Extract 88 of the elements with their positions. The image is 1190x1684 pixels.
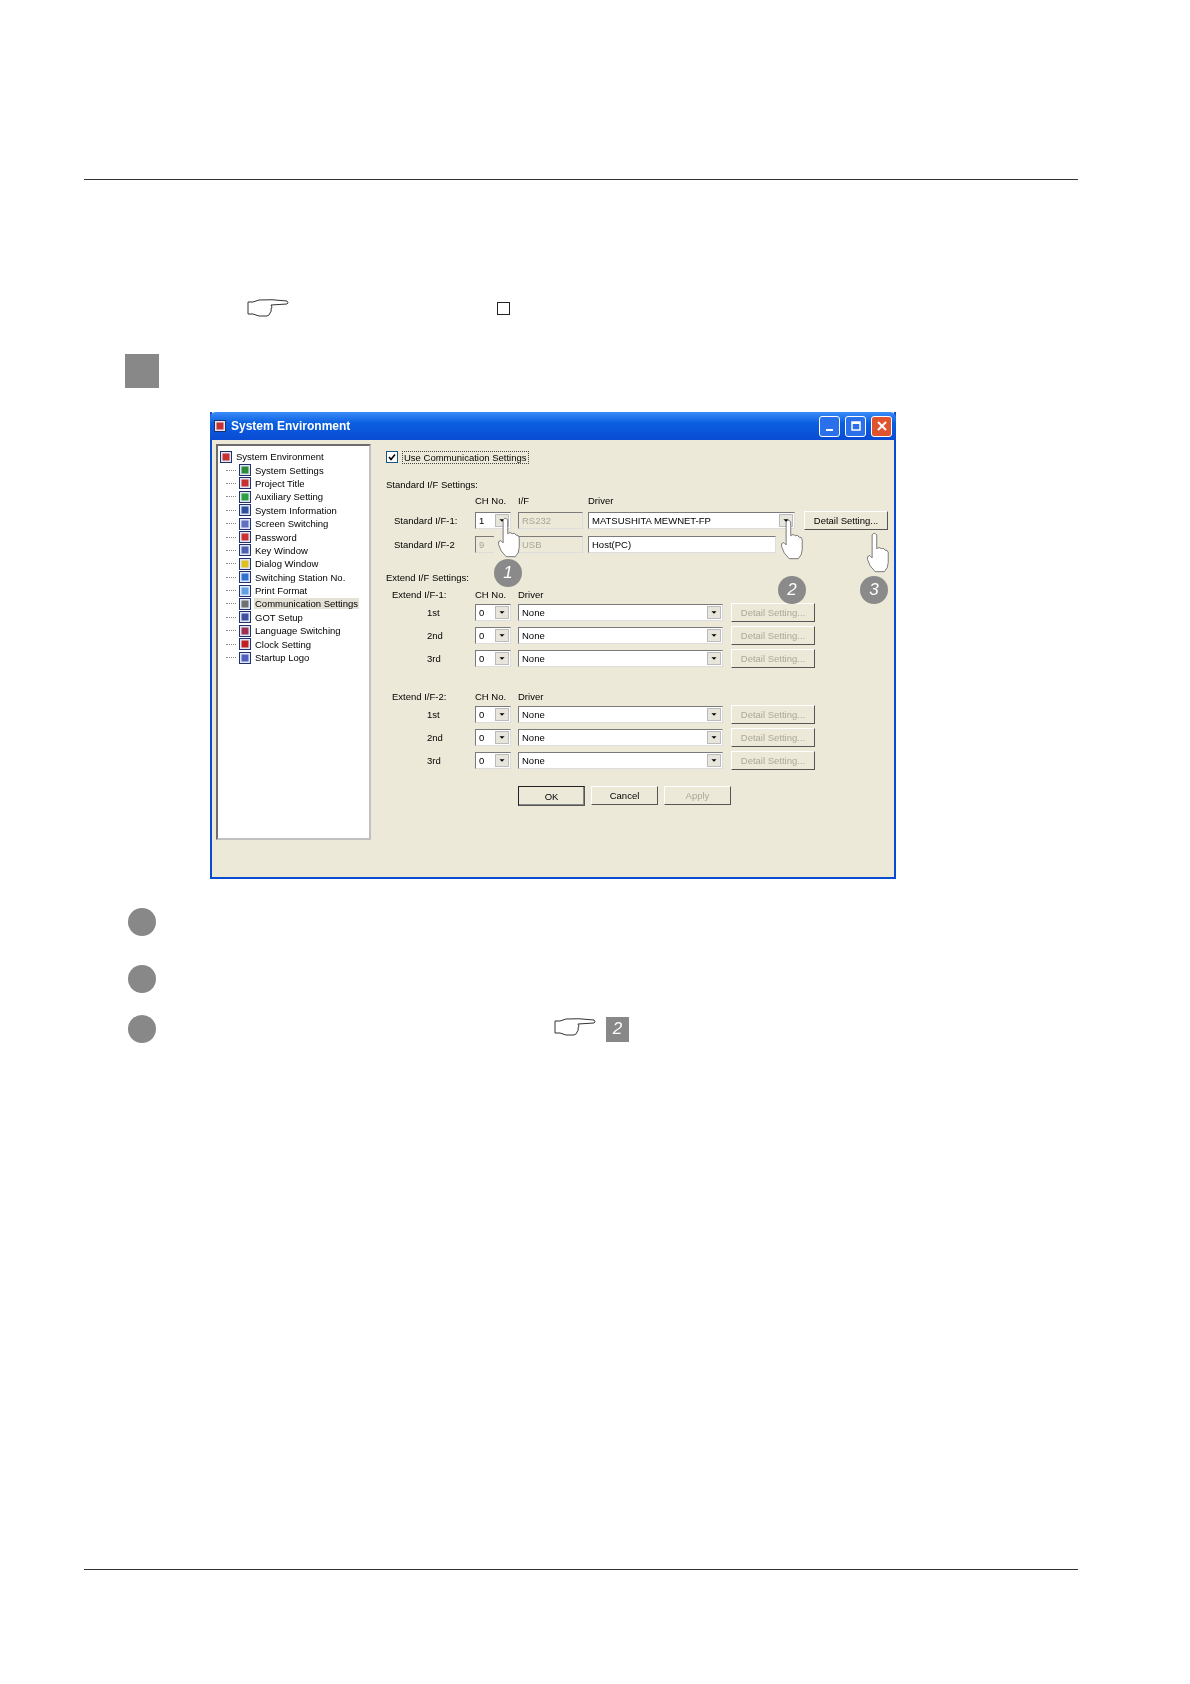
column-header: Driver (518, 588, 544, 600)
bullet-marker (128, 965, 156, 993)
maximize-icon (850, 421, 861, 431)
pointing-hand-icon (247, 298, 289, 318)
checkbox-label[interactable]: Use Communication Settings (402, 450, 529, 464)
row-label: 2nd (426, 630, 443, 641)
caret-icon (495, 652, 509, 665)
pointing-hand-icon (866, 531, 889, 574)
reference-number: 2 (606, 1016, 629, 1042)
caret-icon (495, 629, 509, 642)
tree-item[interactable]: GOT Setup (254, 611, 304, 623)
caret-icon (495, 754, 509, 767)
tree-item[interactable]: Language Switching (254, 625, 342, 637)
column-header: CH No. (475, 494, 507, 506)
detail-setting-button[interactable]: Detail Setting... (804, 511, 888, 530)
row-label: 2nd (426, 732, 443, 743)
minimize-button[interactable] (819, 415, 840, 437)
caret-icon (707, 629, 721, 642)
window-icon (239, 598, 251, 610)
close-icon (876, 421, 887, 431)
row-label: 1st (426, 607, 440, 618)
window-icon (239, 464, 251, 477)
close-button[interactable] (871, 415, 892, 437)
column-header: Driver (588, 494, 614, 506)
window-icon (239, 517, 251, 530)
tree-item[interactable]: Project Title (254, 477, 306, 489)
column-header: CH No. (475, 690, 507, 702)
window-icon (220, 450, 232, 463)
row-label: 1st (426, 709, 440, 720)
tree-item[interactable]: System Environment (235, 451, 325, 463)
window-icon (239, 638, 251, 651)
caret-icon (495, 731, 509, 744)
caret-icon (707, 754, 721, 767)
window-icon (239, 504, 251, 517)
row-label: 3rd (426, 755, 441, 766)
row-label: Standard I/F-2 (393, 538, 455, 550)
tree-item[interactable]: Communication Settings (254, 598, 359, 610)
bullet-marker (128, 908, 156, 936)
column-header: Driver (518, 690, 544, 702)
tree-item[interactable]: Startup Logo (254, 652, 311, 664)
caret-icon (495, 606, 509, 619)
window-icon (239, 611, 251, 624)
tree-item[interactable]: Clock Setting (254, 638, 312, 650)
checkbox[interactable] (386, 451, 398, 463)
window-icon (239, 557, 251, 570)
pointing-hand-icon (554, 1017, 596, 1037)
tree-item[interactable]: Dialog Window (254, 558, 320, 570)
tree-item[interactable]: Print Format (254, 585, 309, 597)
caret-icon (707, 652, 721, 665)
pointing-hand-icon (780, 518, 803, 561)
tree-item[interactable]: Key Window (254, 544, 309, 556)
tree-item[interactable]: Password (254, 531, 298, 543)
row-label: 3rd (426, 653, 441, 664)
checkbox-icon (497, 301, 510, 315)
caret-icon (495, 708, 509, 721)
tree-item[interactable]: Auxiliary Setting (254, 491, 325, 503)
caret-icon (707, 606, 721, 619)
row-label: Standard I/F-1: (393, 515, 458, 526)
tree-item[interactable]: Switching Station No. (254, 571, 347, 583)
maximize-button[interactable] (845, 415, 866, 437)
window-title: System Environment (231, 419, 352, 433)
tree-item[interactable]: Screen Switching (254, 518, 330, 530)
window-icon (239, 490, 251, 503)
pointing-hand-icon (497, 516, 520, 559)
window-icon (214, 420, 226, 432)
section-title: Standard I/F Settings: (386, 479, 479, 491)
group-label: Extend I/F-1: (391, 588, 447, 600)
group-label: Extend I/F-2: (391, 690, 447, 702)
ch-number-dropdown[interactable]: 1 (475, 512, 511, 529)
bullet-marker (128, 1015, 156, 1043)
caret-icon (707, 731, 721, 744)
window-icon (239, 531, 251, 544)
minimize-icon (826, 429, 833, 431)
window-icon (239, 544, 251, 557)
tree-item[interactable]: System Information (254, 504, 338, 516)
window-icon (239, 584, 251, 597)
step-marker (125, 354, 159, 388)
caret-icon (707, 708, 721, 721)
window-icon (239, 571, 251, 584)
ok-button[interactable]: OK (518, 786, 585, 806)
window-icon (239, 477, 251, 490)
window-icon (239, 624, 251, 637)
column-header: CH No. (475, 588, 507, 600)
cancel-button[interactable]: Cancel (591, 786, 658, 805)
column-header: I/F (518, 494, 530, 506)
driver-dropdown[interactable]: MATSUSHITA MEWNET-FP (588, 512, 795, 529)
window-icon (239, 651, 251, 664)
tree-item[interactable]: System Settings (254, 464, 325, 476)
